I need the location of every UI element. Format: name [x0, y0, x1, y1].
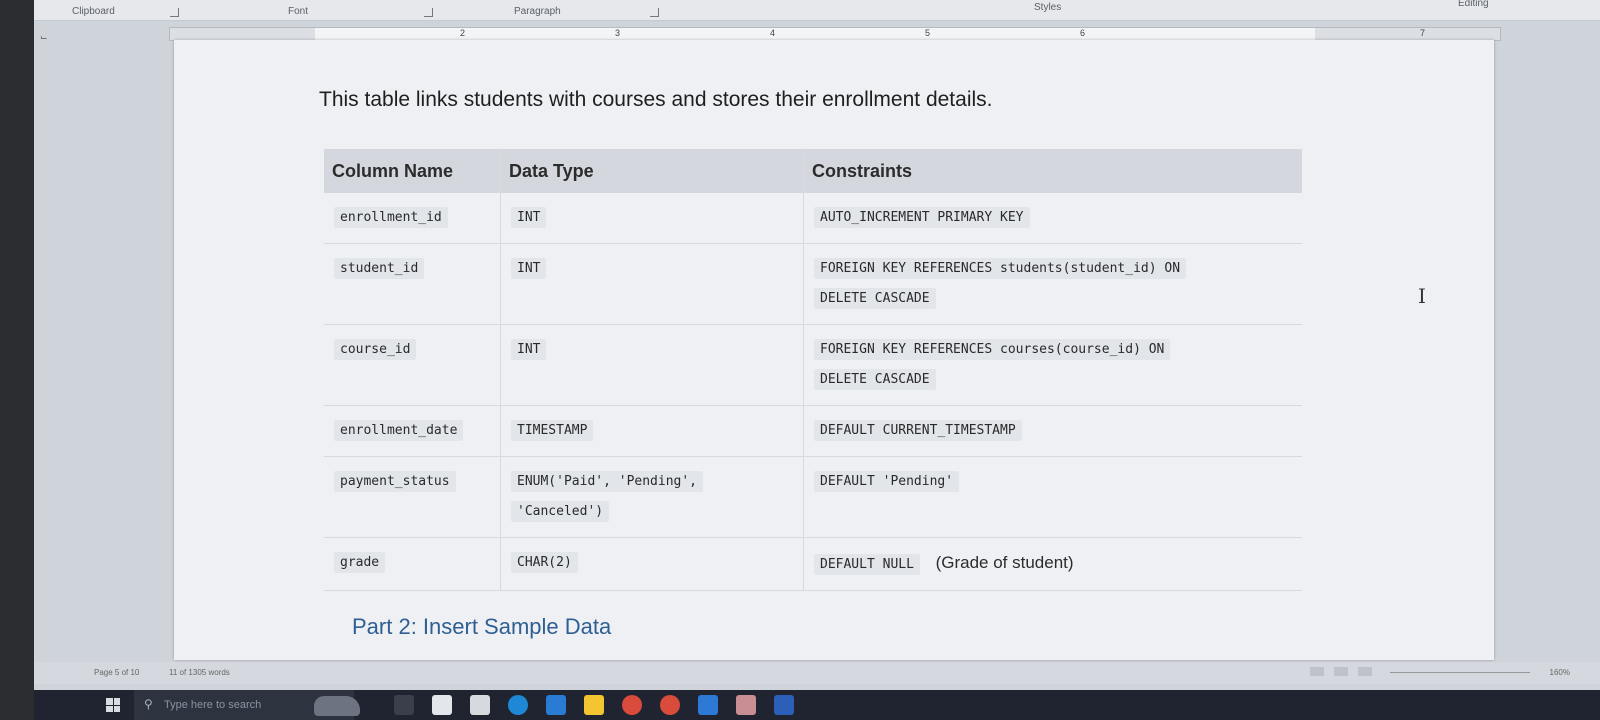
- chrome-profile-icon[interactable]: [660, 695, 680, 715]
- document-page[interactable]: This table links students with courses a…: [174, 40, 1494, 660]
- file-explorer-icon[interactable]: [584, 695, 604, 715]
- table-row: student_id INT FOREIGN KEY REFERENCES st…: [324, 243, 1302, 325]
- constraints-cell: AUTO_INCREMENT PRIMARY KEY: [814, 207, 1030, 228]
- ribbon-clipboard-label: Clipboard: [72, 6, 115, 17]
- constraints-cell: DEFAULT 'Pending': [814, 471, 960, 492]
- status-bar: Page 5 of 10 11 of 1305 words 160%: [34, 662, 1600, 684]
- ruler-number: 3: [615, 28, 621, 38]
- ruler-number: 4: [770, 28, 776, 38]
- column-name-cell: payment_status: [334, 471, 456, 492]
- ruler-number: 2: [460, 28, 466, 38]
- mail-icon[interactable]: [432, 695, 452, 715]
- task-view-icon[interactable]: [394, 695, 414, 715]
- table-row: course_id INT FOREIGN KEY REFERENCES cou…: [324, 324, 1302, 406]
- ribbon-font-label: Font: [288, 6, 309, 17]
- constraints-cell: FOREIGN KEY REFERENCES students(student_…: [814, 258, 1187, 279]
- data-type-cell: INT: [511, 207, 547, 228]
- data-type-cell-cont: 'Canceled'): [511, 501, 610, 522]
- constraints-cell-cont: DELETE CASCADE: [814, 288, 936, 309]
- ruler-number: 6: [1080, 28, 1086, 38]
- edge-icon[interactable]: [508, 695, 528, 715]
- ruler-number: 7: [1420, 28, 1426, 38]
- constraints-cell-cont: DELETE CASCADE: [814, 369, 936, 390]
- column-name-cell: enrollment_date: [334, 420, 464, 441]
- enrollments-table: Column Name Data Type Constraints enroll…: [324, 149, 1302, 591]
- part-2-heading: Part 2: Insert Sample Data: [352, 614, 612, 639]
- web-layout-icon[interactable]: [1358, 667, 1372, 676]
- windows-start-icon[interactable]: [106, 698, 120, 712]
- word-count-status[interactable]: 11 of 1305 words: [169, 668, 230, 677]
- zoom-level[interactable]: 160%: [1550, 668, 1570, 677]
- column-name-cell: grade: [334, 552, 386, 573]
- windows-taskbar: ⚲ Type here to search: [34, 690, 1600, 720]
- ribbon-group-labels: Clipboard Font Paragraph Styles Editing: [34, 0, 1600, 21]
- header-column-name: Column Name: [324, 149, 501, 193]
- word-window: Clipboard Font Paragraph Styles Editing …: [34, 0, 1600, 690]
- data-type-cell: INT: [511, 339, 547, 360]
- constraints-cell: FOREIGN KEY REFERENCES courses(course_id…: [814, 339, 1171, 360]
- data-type-cell: CHAR(2): [511, 552, 578, 573]
- search-placeholder: Type here to search: [164, 699, 262, 711]
- read-mode-icon[interactable]: [1309, 667, 1324, 676]
- table-header-row: Column Name Data Type Constraints: [324, 149, 1302, 193]
- taskbar-search-box[interactable]: ⚲ Type here to search: [134, 690, 360, 720]
- data-type-cell: ENUM('Paid', 'Pending',: [511, 471, 704, 492]
- column-name-cell: student_id: [334, 258, 425, 279]
- font-launcher-icon[interactable]: [424, 8, 433, 17]
- table-row: enrollment_date TIMESTAMP DEFAULT CURREN…: [324, 405, 1302, 457]
- paragraph-launcher-icon[interactable]: [650, 8, 659, 17]
- constraints-cell: DEFAULT CURRENT_TIMESTAMP: [814, 420, 1022, 441]
- ribbon-styles-label: Styles: [1034, 2, 1062, 13]
- ribbon-editing-label: Editing: [1458, 0, 1489, 9]
- column-name-cell: enrollment_id: [334, 207, 448, 228]
- dev-app-icon[interactable]: [546, 695, 566, 715]
- data-type-cell: INT: [511, 258, 547, 279]
- visual-studio-code-icon[interactable]: [698, 695, 718, 715]
- constraints-cell: DEFAULT NULL: [814, 554, 920, 575]
- data-type-cell: TIMESTAMP: [511, 420, 594, 441]
- ruler-number: 5: [925, 28, 931, 38]
- column-name-cell: course_id: [334, 339, 417, 360]
- header-constraints: Constraints: [803, 149, 1302, 193]
- app-icon[interactable]: [736, 695, 756, 715]
- ribbon-paragraph-label: Paragraph: [514, 6, 561, 17]
- zoom-slider[interactable]: [1390, 672, 1530, 673]
- text-cursor-icon: I: [1418, 284, 1426, 308]
- page-count-status[interactable]: Page 5 of 10: [94, 668, 139, 677]
- print-layout-icon[interactable]: [1333, 667, 1348, 676]
- word-icon[interactable]: [774, 695, 794, 715]
- view-mode-buttons: [1309, 667, 1380, 678]
- store-icon[interactable]: [470, 695, 490, 715]
- clipboard-launcher-icon[interactable]: [170, 8, 179, 17]
- constraint-note: (Grade of student): [935, 553, 1074, 572]
- table-row: payment_status ENUM('Paid', 'Pending', 'C…: [324, 456, 1302, 538]
- search-icon: ⚲: [144, 697, 153, 711]
- table-row: grade CHAR(2) DEFAULT NULL (Grade of stu…: [324, 537, 1302, 591]
- chrome-icon[interactable]: [622, 695, 642, 715]
- header-data-type: Data Type: [500, 149, 804, 193]
- table-row: enrollment_id INT AUTO_INCREMENT PRIMARY…: [324, 193, 1302, 244]
- intro-paragraph: This table links students with courses a…: [319, 88, 993, 111]
- search-highlight-image: [314, 696, 360, 716]
- ruler-tab-selector-icon[interactable]: ⌙: [40, 32, 52, 44]
- horizontal-ruler[interactable]: 2 3 4 5 6 7: [169, 27, 1501, 41]
